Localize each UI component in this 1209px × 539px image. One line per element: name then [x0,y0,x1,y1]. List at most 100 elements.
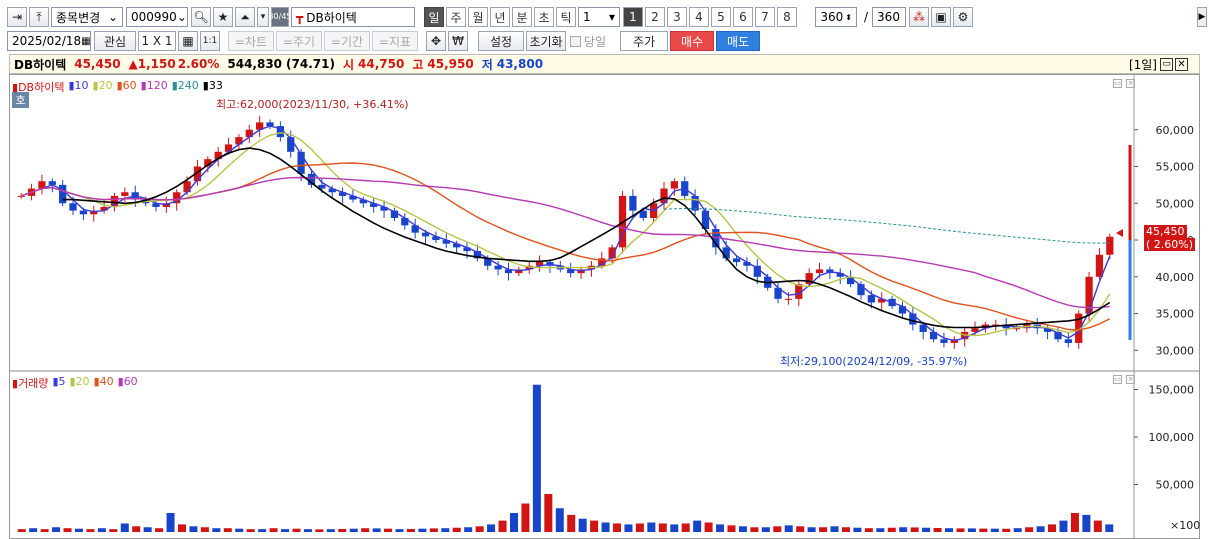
volume-pane-minimize-icon[interactable]: ▭ [1113,375,1122,384]
tick-select[interactable]: 1 ▾ [578,7,620,27]
volume-bar [647,522,656,532]
sameday-checkbox[interactable]: 당일 [570,33,606,50]
volume-bar [155,528,164,532]
volume-bar [578,518,587,532]
chevron-down-icon: ▾ [608,10,615,24]
volume-bar [63,528,72,532]
layout-button[interactable]: 1 X 1 [138,31,176,51]
pane-close-icon[interactable]: × [1126,79,1135,88]
gear-icon[interactable]: ⚙ [953,7,974,27]
settings-button[interactable]: 설정 [478,31,524,51]
volume-bar [40,529,49,532]
expand-right-icon[interactable]: ▶ [1197,7,1207,27]
buy-button[interactable]: 매수 [670,31,715,51]
currency-icon[interactable]: ₩ [448,31,468,51]
pane-minimize-icon[interactable]: ▭ [1113,79,1122,88]
price-tick-label: 60,000 [1156,124,1195,137]
quote-badge[interactable]: 호 [12,92,29,108]
candle-body [183,181,191,193]
number-2[interactable]: 2 [645,7,665,27]
tab-minute[interactable]: 분 [512,7,532,27]
volume-pane-close-icon[interactable]: × [1126,375,1135,384]
period-tag: [1일] [1128,57,1157,72]
volume-bar [944,528,954,532]
volume-bar [807,527,816,532]
volume-unit: ×100 [1170,519,1201,532]
tab-month[interactable]: 월 [468,7,488,27]
top-icon[interactable]: ⤒ [29,7,49,27]
up-triangle-icon[interactable]: ⏶ [235,7,255,27]
legend-item-120: ▮120 [140,79,168,92]
number-8[interactable]: 8 [777,7,797,27]
candle-body [867,295,875,303]
chart-svg[interactable]: 60,00055,00050,00045,00040,00035,00030,0… [10,75,1199,538]
volume-bar [452,527,461,532]
grid-icon[interactable]: ▦ [178,31,198,51]
chart-area[interactable]: 60,00055,00050,00045,00040,00035,00030,0… [9,74,1200,539]
count-a-input[interactable]: 360 ⬍ [815,7,857,27]
tab-day[interactable]: 일 [424,7,444,27]
pin-icon[interactable]: ⇥ [7,7,27,27]
number-5[interactable]: 5 [711,7,731,27]
period-button[interactable]: =주기 [276,31,322,51]
star-icon[interactable]: ★ [213,7,233,27]
calendar-icon[interactable]: ▦ [81,36,90,47]
move-icon[interactable]: ✥ [426,31,446,51]
date-input[interactable]: 2025/02/18 ▦ [7,31,91,51]
volume-bar [349,528,358,532]
search-icon[interactable]: 🔍︎ [191,7,211,27]
tab-week[interactable]: 주 [446,7,466,27]
tab-tick[interactable]: 틱 [556,7,576,27]
checkbox-icon[interactable] [570,35,581,47]
indicator-button[interactable]: =지표 [372,31,418,51]
price-info-bar: DB하이텍 45,450 ▲1,150 2.60% 544,830 (74.71… [9,54,1200,74]
tab-year[interactable]: 년 [490,7,510,27]
maximize-icon[interactable]: ▭ [1160,57,1173,71]
price-tick-label: 50,000 [1156,197,1195,210]
volume-bar [899,527,908,532]
volume-bar [853,527,862,532]
number-4[interactable]: 4 [689,7,709,27]
number-1[interactable]: 1 [623,7,643,27]
spinner-icon[interactable]: ⬍ [845,13,852,22]
number-6[interactable]: 6 [733,7,753,27]
volume-bar [475,526,484,532]
number-3[interactable]: 3 [667,7,687,27]
reset-button[interactable]: 초기화 [526,31,566,51]
volume-bar [750,527,759,532]
volume-bar [590,520,599,532]
volume-bar [189,526,198,532]
save-icon[interactable]: ▣ [931,7,952,27]
volume-bar [819,527,828,532]
count-b-input[interactable]: 360 [872,7,907,27]
symbol-change-select[interactable]: 종목변경 ⌄ [51,7,123,27]
price-tick-label: 30,000 [1156,344,1195,357]
number-7[interactable]: 7 [755,7,775,27]
watch-button[interactable]: 관심 [94,31,136,51]
volume-bar [74,528,83,532]
price-button[interactable]: 주가 [620,31,669,51]
dropdown-icon[interactable]: ▾ [257,7,269,27]
period-badge[interactable]: 30/45 [268,7,292,27]
volume-bar [1082,514,1091,532]
volume-bar [29,528,38,532]
ratio-button[interactable]: 1:1 [200,31,220,51]
code-input[interactable]: 000990 ⌄ [126,7,188,27]
close-icon[interactable]: ✕ [1175,57,1188,71]
candle-body [79,210,88,215]
tab-second[interactable]: 초 [534,7,554,27]
legend-item-20: ▮20 [92,79,113,92]
candle-style-icon[interactable]: ⁂ [909,7,930,27]
chart-button[interactable]: =차트 [228,31,274,51]
price-tick-label: 40,000 [1156,271,1195,284]
volume-bar [967,528,976,532]
volume-bar [372,528,381,532]
range-button[interactable]: =기간 [324,31,370,51]
stock-name-field[interactable]: ┳ DB하이텍 [291,7,415,27]
sell-button[interactable]: 매도 [716,31,761,51]
volume-bar [704,522,713,532]
pricebar-low: 43,800 [496,57,544,71]
candle-body [1064,339,1072,343]
volume-bar [716,524,725,532]
pricebar-open-label: 시 [342,57,355,72]
